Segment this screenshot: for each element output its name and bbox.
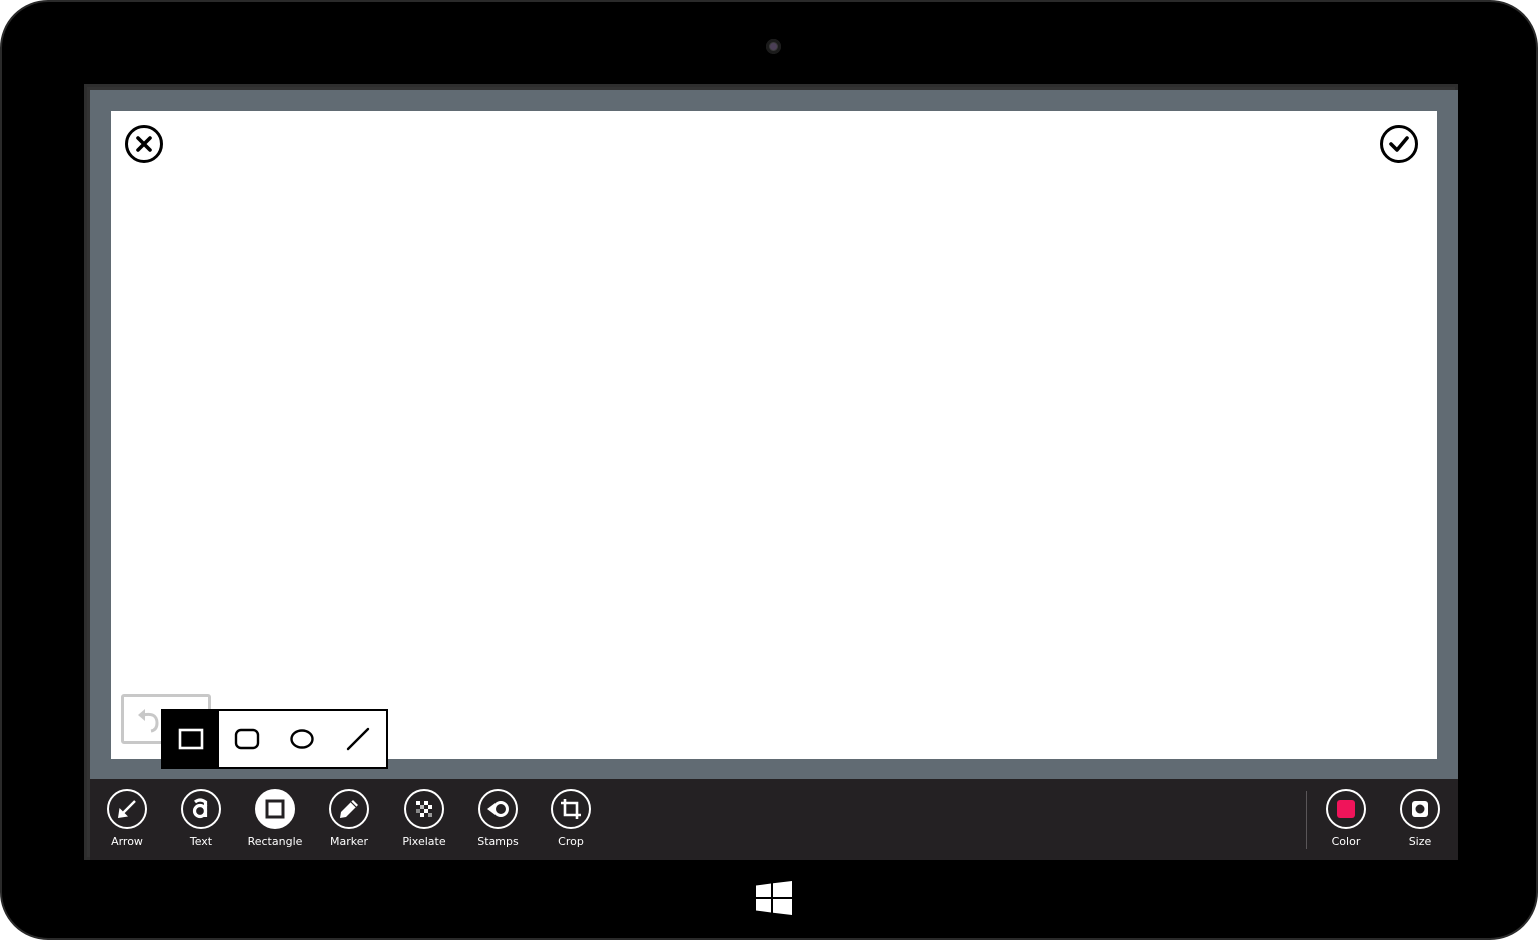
ellipse-shape-icon: [290, 729, 315, 749]
tablet-bezel: Arrow Text Rectangle Marker Pixelate Sta…: [0, 0, 1538, 940]
tool-stamps-button: [478, 789, 518, 829]
screen: Arrow Text Rectangle Marker Pixelate Sta…: [84, 84, 1458, 860]
tool-text[interactable]: Text: [164, 779, 238, 860]
tool-arrow-button: [107, 789, 147, 829]
tool-arrow-label: Arrow: [111, 835, 143, 848]
annotation-app: Arrow Text Rectangle Marker Pixelate Sta…: [90, 90, 1458, 860]
tool-crop-button: [551, 789, 591, 829]
stamp-icon: [487, 801, 509, 817]
tool-color[interactable]: Color: [1309, 779, 1383, 860]
tool-marker[interactable]: Marker: [312, 779, 386, 860]
close-icon: [136, 136, 152, 152]
tool-rectangle-button: [255, 789, 295, 829]
pencil-icon: [340, 800, 358, 818]
checkmark-icon: [1389, 136, 1409, 152]
rectangle-icon: [265, 799, 285, 819]
tool-color-label: Color: [1331, 835, 1361, 848]
drawing-canvas[interactable]: [111, 111, 1437, 759]
rounded-rect-shape-icon: [234, 728, 259, 750]
tool-size-button: [1400, 789, 1440, 829]
text-a-icon: [192, 798, 208, 819]
pixelate-icon: [416, 801, 432, 817]
tool-pixelate-button: [404, 789, 444, 829]
arrow-icon: [118, 800, 136, 818]
tool-crop[interactable]: Crop: [534, 779, 608, 860]
windows-logo-icon[interactable]: [756, 881, 792, 915]
tool-arrow[interactable]: Arrow: [90, 779, 164, 860]
done-button[interactable]: [1380, 125, 1418, 163]
color-swatch-icon: [1337, 800, 1355, 818]
tool-pixelate[interactable]: Pixelate: [387, 779, 461, 860]
tool-rectangle-label: Rectangle: [247, 835, 303, 848]
shape-option-line[interactable]: [330, 711, 386, 767]
shape-flyout: [161, 709, 388, 769]
tool-text-button: [181, 789, 221, 829]
tool-crop-label: Crop: [558, 835, 584, 848]
app-bar: Arrow Text Rectangle Marker Pixelate Sta…: [90, 779, 1458, 860]
shape-option-rounded-rect[interactable]: [219, 711, 275, 767]
size-icon: [1412, 801, 1428, 817]
tool-marker-button: [329, 789, 369, 829]
shape-option-ellipse[interactable]: [275, 711, 331, 767]
camera-icon: [766, 39, 781, 54]
tool-size[interactable]: Size: [1383, 779, 1457, 860]
tool-marker-label: Marker: [329, 835, 369, 848]
close-button[interactable]: [125, 125, 163, 163]
tool-rectangle[interactable]: Rectangle: [238, 779, 312, 860]
tool-stamps[interactable]: Stamps: [461, 779, 535, 860]
square-shape-icon: [178, 728, 204, 750]
tool-text-label: Text: [189, 835, 213, 848]
tool-size-label: Size: [1408, 835, 1432, 848]
tool-color-button: [1326, 789, 1366, 829]
line-shape-icon: [346, 727, 370, 751]
shape-option-square[interactable]: [163, 711, 219, 767]
tool-pixelate-label: Pixelate: [402, 835, 446, 848]
tool-stamps-label: Stamps: [477, 835, 519, 848]
appbar-divider: [1306, 791, 1307, 849]
crop-icon: [561, 799, 581, 819]
